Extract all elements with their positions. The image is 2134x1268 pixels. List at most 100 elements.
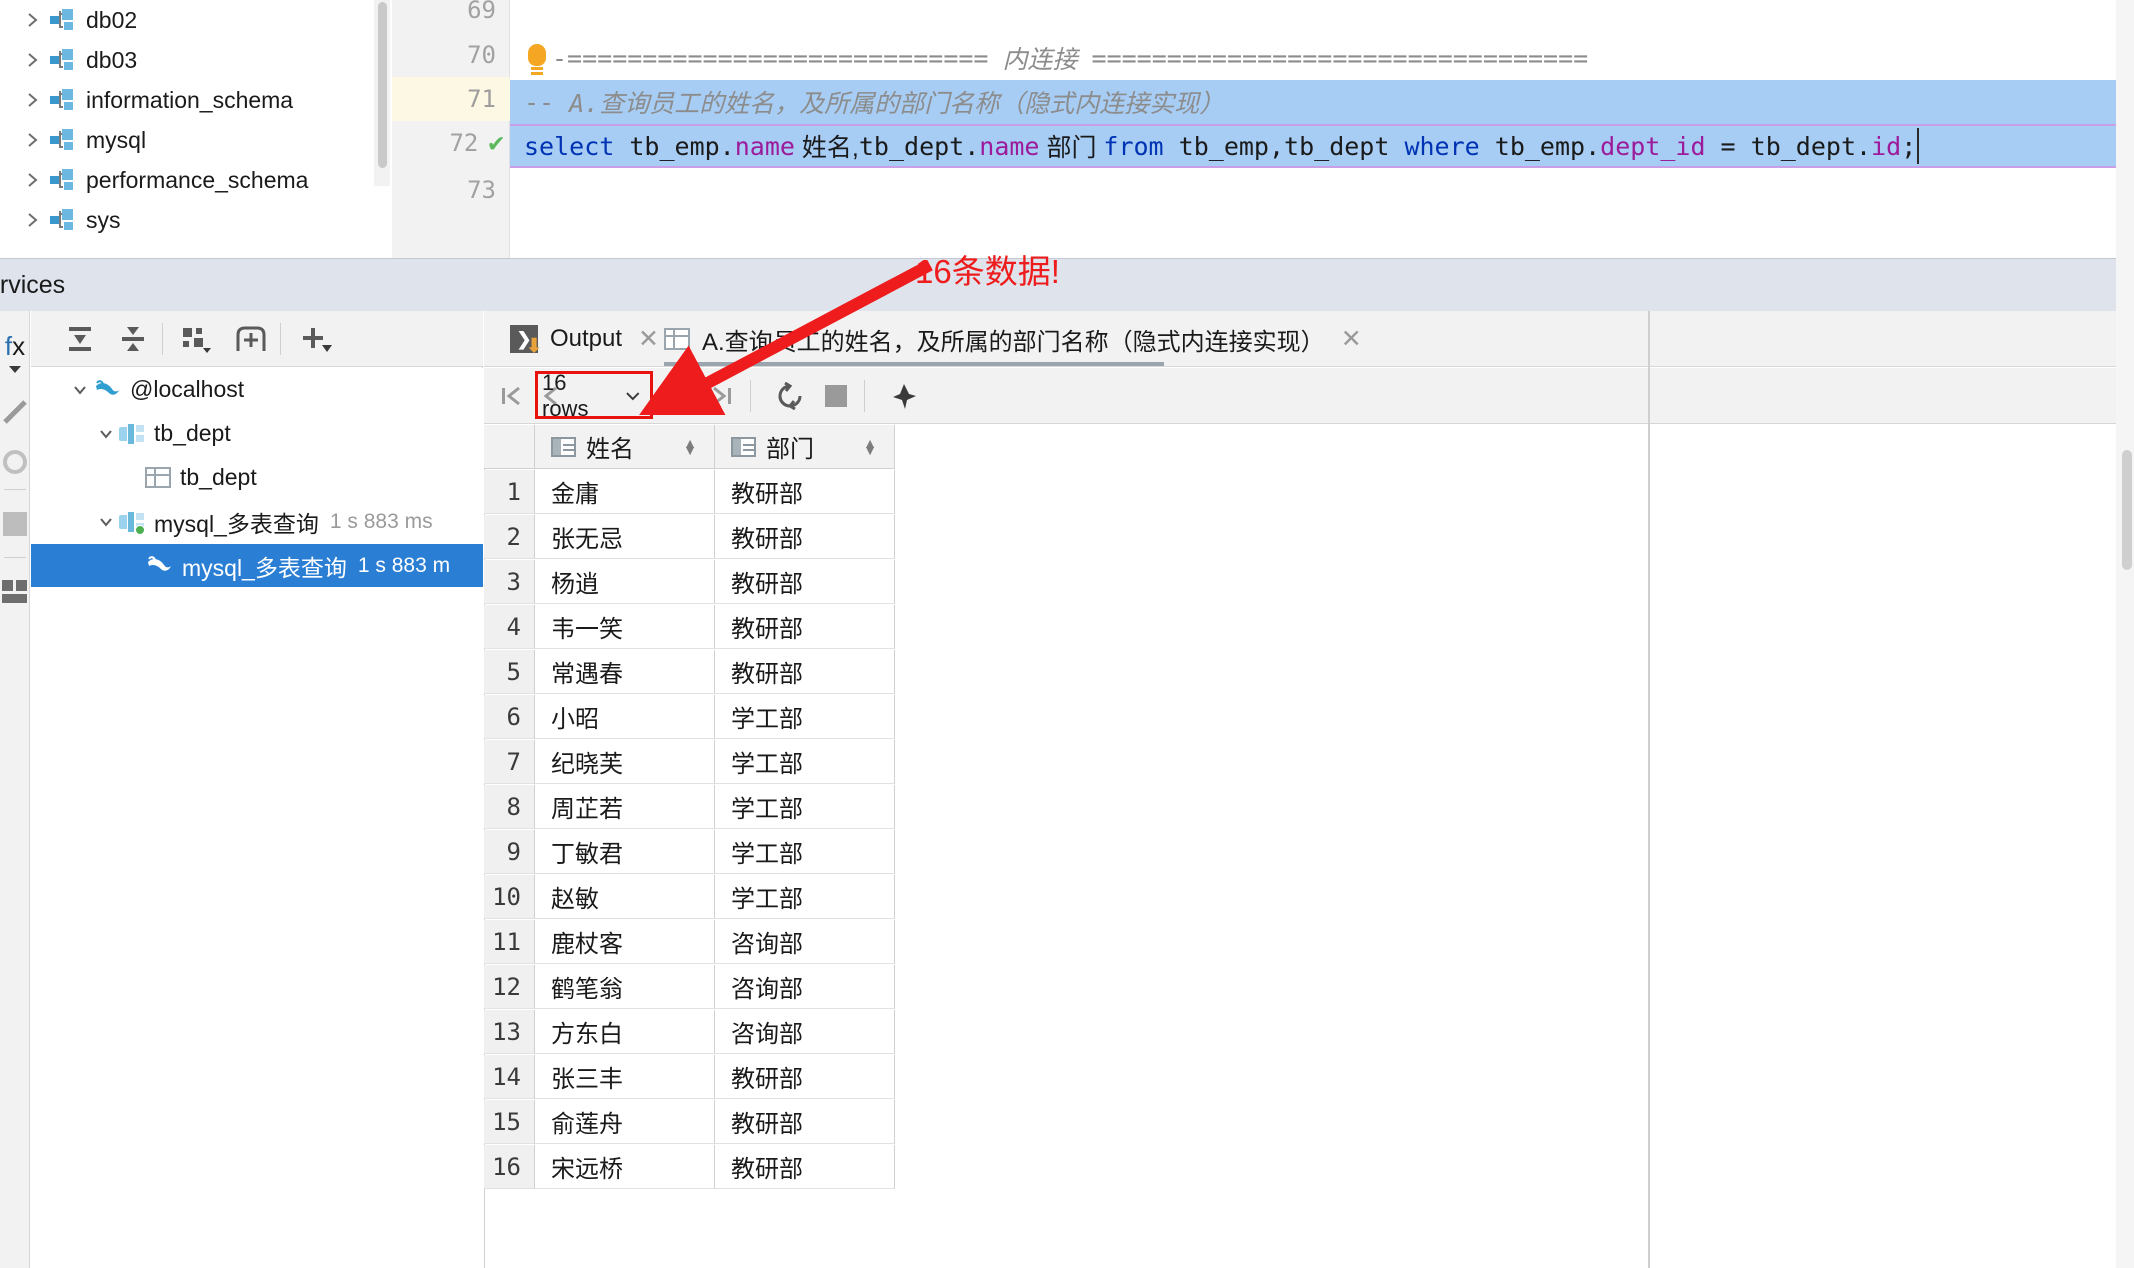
table-cell-dept[interactable]: 教研部: [715, 560, 895, 604]
stop-square-icon[interactable]: [0, 501, 30, 547]
grid-column-header-name[interactable]: 姓名 ▲▼: [535, 425, 715, 469]
intention-bulb-icon[interactable]: [526, 44, 548, 74]
editor-code-area[interactable]: -============================ 内连接 ======…: [510, 0, 2134, 258]
table-cell-dept[interactable]: 咨询部: [715, 1010, 895, 1054]
editor-line-70[interactable]: -============================ 内连接 ======…: [510, 36, 2134, 80]
add-icon[interactable]: [295, 319, 337, 359]
table-cell-dept[interactable]: 学工部: [715, 830, 895, 874]
chevron-right-icon[interactable]: [22, 160, 44, 200]
table-row-number: 4: [484, 605, 535, 649]
table-cell-name[interactable]: 韦一笑: [535, 605, 715, 649]
db-tree-item-label: sys: [86, 207, 121, 234]
db-tree-item-sys[interactable]: sys: [0, 200, 392, 240]
tree-item-localhost[interactable]: @localhost: [31, 368, 483, 411]
table-cell-name[interactable]: 赵敏: [535, 875, 715, 919]
schema-icon: [50, 49, 76, 71]
table-cell-dept[interactable]: 学工部: [715, 785, 895, 829]
collapse-all-icon[interactable]: [112, 319, 154, 359]
circle-icon[interactable]: [0, 439, 30, 485]
gutter-line-69: 69: [392, 0, 510, 32]
tree-item-mysql-multitable-query-run[interactable]: mysql_多表查询 1 s 883 m: [31, 544, 483, 587]
grid-column-label: 姓名: [586, 429, 634, 464]
table-icon: [145, 467, 171, 488]
mysql-dolphin-icon: [145, 553, 173, 579]
db-tree-item-performance-schema[interactable]: performance_schema: [0, 160, 392, 200]
group-by-icon[interactable]: [176, 319, 218, 359]
table-cell-name[interactable]: 丁敏君: [535, 830, 715, 874]
table-cell-dept[interactable]: 教研部: [715, 470, 895, 514]
gutter-line-73: 73: [392, 168, 510, 212]
table-cell-dept[interactable]: 教研部: [715, 1145, 895, 1189]
gutter-line-71: 71: [392, 77, 510, 121]
table-row-number: 2: [484, 515, 535, 559]
chevron-right-icon[interactable]: [22, 120, 44, 160]
table-cell-name[interactable]: 周芷若: [535, 785, 715, 829]
table-cell-dept[interactable]: 教研部: [715, 650, 895, 694]
db-tree-item-db02[interactable]: db02: [0, 0, 392, 40]
editor-line-71[interactable]: -- A.查询员工的姓名，及所属的部门名称（隐式内连接实现）: [510, 80, 2134, 124]
table-row-number: 15: [484, 1100, 535, 1144]
table-cell-dept[interactable]: 咨询部: [715, 920, 895, 964]
pencil-icon[interactable]: [0, 389, 30, 435]
table-cell-name[interactable]: 杨逍: [535, 560, 715, 604]
table-cell-dept[interactable]: 学工部: [715, 875, 895, 919]
table-cell-name[interactable]: 金庸: [535, 470, 715, 514]
table-cell-dept[interactable]: 教研部: [715, 605, 895, 649]
table-cell-dept[interactable]: 教研部: [715, 1055, 895, 1099]
grid-column-header-dept[interactable]: 部门 ▲▼: [715, 425, 895, 469]
table-cell-name[interactable]: 鹤笔翁: [535, 965, 715, 1009]
db-tree-item-information-schema[interactable]: information_schema: [0, 80, 392, 120]
table-cell-name[interactable]: 纪晓芙: [535, 740, 715, 784]
sql-alias-2: 部门: [1040, 128, 1104, 164]
table-row-number: 16: [484, 1145, 535, 1189]
table-cell-name[interactable]: 常遇春: [535, 650, 715, 694]
table-cell-dept[interactable]: 教研部: [715, 515, 895, 559]
sql-column-2: name: [979, 132, 1039, 161]
chevron-right-icon[interactable]: [22, 200, 44, 240]
line70-dashes-right: =================================: [1092, 44, 1589, 73]
tree-item-tb-dept-table[interactable]: tb_dept: [31, 456, 483, 499]
layout-grid-icon[interactable]: [0, 569, 30, 615]
table-row-number: 8: [484, 785, 535, 829]
table-row-number: 1: [484, 470, 535, 514]
table-cell-name[interactable]: 小昭: [535, 695, 715, 739]
table-cell-name[interactable]: 鹿杖客: [535, 920, 715, 964]
chevron-down-icon[interactable]: [93, 514, 119, 530]
chevron-right-icon[interactable]: [22, 0, 44, 40]
expand-all-icon[interactable]: [59, 319, 101, 359]
db-tree-item-db03[interactable]: db03: [0, 40, 392, 80]
tree-item-mysql-multitable-query[interactable]: mysql_多表查询 1 s 883 ms: [31, 500, 483, 543]
window-scrollbar-thumb[interactable]: [2122, 450, 2132, 570]
download-arrow-icon: ⬇: [526, 335, 542, 358]
chevron-right-icon[interactable]: [22, 40, 44, 80]
sort-arrows-icon[interactable]: ▲▼: [863, 440, 877, 454]
db-tree-item-mysql[interactable]: mysql: [0, 120, 392, 160]
tree-item-tb-dept-connection[interactable]: tb_dept: [31, 412, 483, 455]
sort-arrows-icon[interactable]: ▲▼: [683, 440, 697, 454]
table-row-number: 13: [484, 1010, 535, 1054]
tab-close-icon[interactable]: ✕: [1341, 324, 1362, 354]
chevron-down-icon[interactable]: [0, 359, 30, 379]
tree-item-label: tb_dept: [154, 420, 231, 447]
tree-item-label: mysql_多表查询: [154, 505, 319, 539]
table-cell-dept[interactable]: 学工部: [715, 740, 895, 784]
table-cell-name[interactable]: 方东白: [535, 1010, 715, 1054]
chevron-right-icon[interactable]: [22, 80, 44, 120]
fx-icon[interactable]: fx: [0, 329, 30, 363]
table-cell-name[interactable]: 俞莲舟: [535, 1100, 715, 1144]
first-page-icon[interactable]: [492, 376, 532, 416]
table-cell-name[interactable]: 张三丰: [535, 1055, 715, 1099]
table-cell-dept[interactable]: 咨询部: [715, 965, 895, 1009]
window-scrollbar-track[interactable]: [2116, 0, 2134, 1268]
table-row-number: 12: [484, 965, 535, 1009]
table-cell-dept[interactable]: 教研部: [715, 1100, 895, 1144]
chevron-down-icon[interactable]: [93, 426, 119, 442]
editor-line-72[interactable]: select tb_emp. name 姓名, tb_dept. name 部门…: [510, 124, 2134, 168]
table-cell-name[interactable]: 宋远桥: [535, 1145, 715, 1189]
chevron-down-icon[interactable]: [67, 382, 93, 398]
table-cell-name[interactable]: 张无忌: [535, 515, 715, 559]
db-tree-scrollbar-thumb[interactable]: [378, 2, 387, 168]
table-cell-dept[interactable]: 学工部: [715, 695, 895, 739]
db-tree-item-label: mysql: [86, 127, 146, 154]
add-frame-icon[interactable]: [230, 319, 272, 359]
